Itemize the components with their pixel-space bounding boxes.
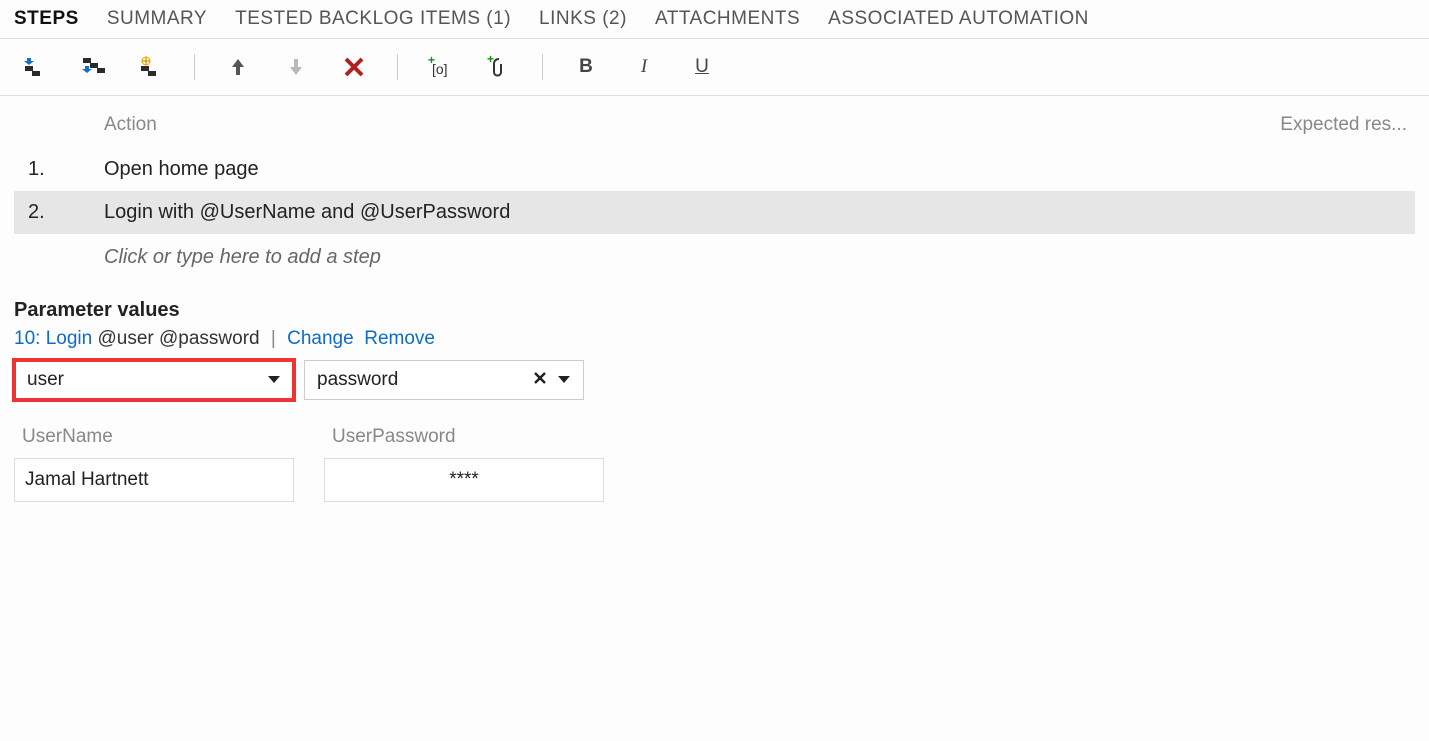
column-header-username: UserName	[14, 420, 294, 458]
parameter-table: UserName Jamal Hartnett UserPassword ***…	[14, 420, 1415, 502]
add-step-placeholder[interactable]: Click or type here to add a step	[14, 234, 1415, 279]
step-action-text[interactable]: Login with @UserName and @UserPassword	[104, 201, 1407, 224]
arrow-up-icon	[228, 57, 248, 77]
password-cell[interactable]: ****	[324, 458, 604, 502]
arrow-down-icon	[286, 57, 306, 77]
step-row[interactable]: 1. Open home page	[14, 148, 1415, 191]
parameter-column-username: UserName Jamal Hartnett	[14, 420, 294, 502]
dropdown-value: password	[317, 369, 398, 391]
steps-header: Action Expected res...	[14, 114, 1415, 148]
chevron-down-icon	[557, 369, 571, 391]
toolbar-separator	[397, 54, 398, 80]
username-cell[interactable]: Jamal Hartnett	[14, 458, 294, 502]
insert-step-after-button[interactable]	[78, 53, 108, 81]
steps-insert-after-icon	[81, 56, 105, 78]
parameter-values-title: Parameter values	[14, 299, 1415, 322]
toolbar: + [o] + B I U	[0, 39, 1429, 96]
tab-links[interactable]: LINKS (2)	[539, 8, 627, 30]
attachment-icon: +	[487, 55, 511, 79]
bold-button[interactable]: B	[571, 53, 601, 81]
user-mapping-dropdown[interactable]: user	[14, 360, 294, 400]
tab-associated-automation[interactable]: ASSOCIATED AUTOMATION	[828, 8, 1089, 30]
parameter-link-row: 10: Login @user @password | Change Remov…	[14, 328, 1415, 350]
tab-steps[interactable]: STEPS	[14, 8, 79, 30]
parameter-column-password: UserPassword ****	[324, 420, 604, 502]
toolbar-separator	[194, 54, 195, 80]
delete-x-icon	[343, 56, 365, 78]
toolbar-separator	[542, 54, 543, 80]
tab-backlog-items[interactable]: TESTED BACKLOG ITEMS (1)	[235, 8, 511, 30]
clear-icon[interactable]	[533, 369, 547, 391]
column-header-password: UserPassword	[324, 420, 604, 458]
dropdown-value: user	[27, 369, 64, 391]
step-row[interactable]: 2. Login with @UserName and @UserPasswor…	[14, 191, 1415, 234]
underline-button[interactable]: U	[687, 53, 717, 81]
add-parameter-button[interactable]: + [o]	[426, 53, 456, 81]
insert-step-before-button[interactable]	[20, 53, 50, 81]
tab-attachments[interactable]: ATTACHMENTS	[655, 8, 800, 30]
step-action-text[interactable]: Open home page	[104, 158, 1407, 181]
tab-summary[interactable]: SUMMARY	[107, 8, 207, 30]
move-down-button[interactable]	[281, 53, 311, 81]
column-header-action: Action	[104, 114, 157, 136]
chevron-down-icon	[267, 369, 281, 391]
column-header-expected: Expected res...	[1280, 114, 1407, 136]
new-shared-step-button[interactable]	[136, 53, 166, 81]
change-link[interactable]: Change	[287, 328, 354, 349]
parameter-values-section: Parameter values 10: Login @user @passwo…	[0, 291, 1429, 516]
svg-text:+: +	[487, 55, 494, 66]
add-attachment-button[interactable]: +	[484, 53, 514, 81]
separator-pipe: |	[271, 328, 276, 349]
svg-text:[o]: [o]	[432, 61, 448, 77]
shared-parameter-suffix: @user @password	[92, 328, 259, 349]
italic-button[interactable]: I	[629, 53, 659, 81]
remove-link[interactable]: Remove	[364, 328, 435, 349]
delete-step-button[interactable]	[339, 53, 369, 81]
shared-parameter-link[interactable]: 10: Login	[14, 328, 92, 349]
steps-insert-before-icon	[23, 56, 47, 78]
password-mapping-dropdown[interactable]: password	[304, 360, 584, 400]
steps-area: Action Expected res... 1. Open home page…	[0, 96, 1429, 291]
parameter-icon: + [o]	[428, 56, 454, 78]
steps-new-icon	[139, 56, 163, 78]
step-number: 1.	[28, 158, 104, 181]
move-up-button[interactable]	[223, 53, 253, 81]
step-number: 2.	[28, 201, 104, 224]
parameter-mapping-dropdowns: user password	[14, 360, 1415, 400]
tab-bar: STEPS SUMMARY TESTED BACKLOG ITEMS (1) L…	[0, 0, 1429, 39]
